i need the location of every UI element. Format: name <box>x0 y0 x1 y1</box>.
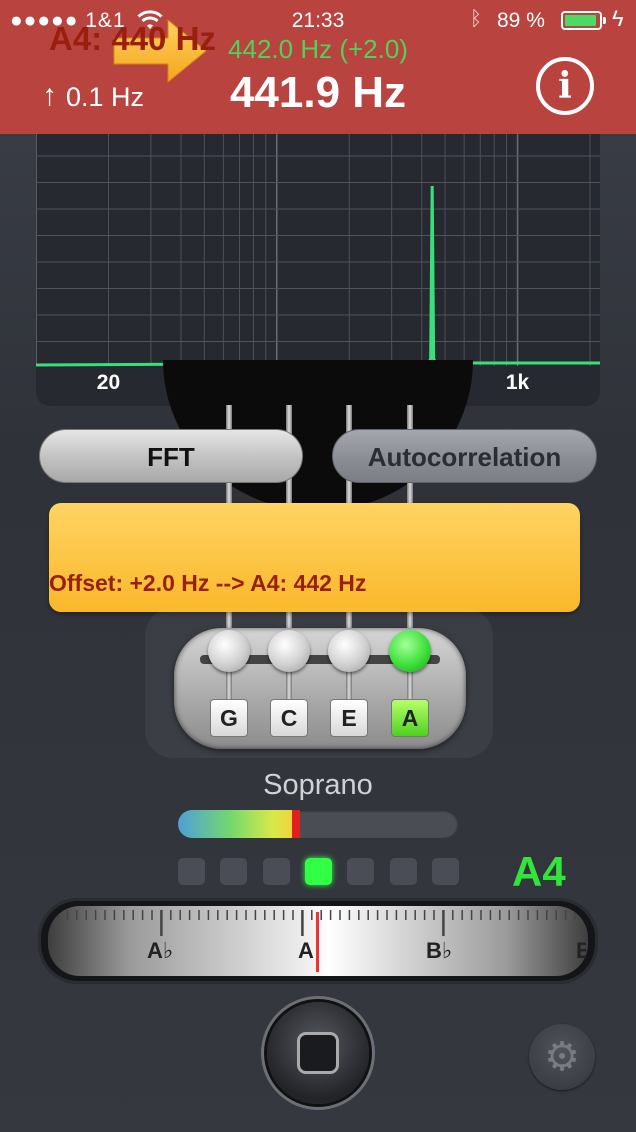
string-key-e[interactable]: E <box>330 699 368 737</box>
peg-c[interactable] <box>268 630 310 672</box>
axis-label-1k: 1k <box>506 371 530 394</box>
record-stop-icon <box>297 1032 339 1074</box>
string-key-c[interactable]: C <box>270 699 308 737</box>
record-button[interactable] <box>267 1002 369 1104</box>
tuning-led <box>304 858 332 885</box>
info-button[interactable]: i <box>536 57 594 115</box>
gear-icon: ⚙ <box>544 1035 580 1079</box>
scale-label-a-flat: A♭ <box>147 938 174 963</box>
level-fill <box>178 810 296 838</box>
tuning-led <box>220 858 248 885</box>
level-peak-marker <box>291 810 300 838</box>
peg-g[interactable] <box>208 630 250 672</box>
tuning-led <box>262 858 290 885</box>
resolution-label[interactable]: 0.1 Hz <box>66 82 144 113</box>
peg-a[interactable] <box>389 630 431 672</box>
tuning-needle <box>316 912 319 972</box>
string-key-g[interactable]: G <box>210 699 248 737</box>
voice-label[interactable]: Soprano <box>0 769 636 802</box>
note-title: A4: 440 Hz <box>49 20 216 57</box>
battery-tip <box>603 17 606 24</box>
scale-label-b: B <box>576 938 586 963</box>
settings-button[interactable]: ⚙ <box>529 1024 595 1090</box>
peg-e[interactable] <box>328 630 370 672</box>
tuning-led <box>347 858 375 885</box>
string-key-a[interactable]: A <box>391 699 429 737</box>
axis-label-20: 20 <box>97 371 120 394</box>
spectrum-line <box>36 185 600 367</box>
fft-mode-button[interactable]: FFT <box>39 429 303 483</box>
tuning-led <box>431 858 459 885</box>
detected-note: A4 <box>512 848 566 895</box>
scale-label-a: A <box>298 938 314 963</box>
tuning-led <box>389 858 417 885</box>
tuning-led <box>178 858 205 885</box>
note-offset: Offset: +2.0 Hz --> A4: 442 Hz <box>49 570 367 596</box>
scale-label-b-flat: B♭ <box>426 938 453 963</box>
charging-bolt-icon: ϟ <box>612 6 624 31</box>
autocorrelation-mode-button[interactable]: Autocorrelation <box>332 429 597 483</box>
up-arrow-icon[interactable]: ↑ <box>42 79 57 113</box>
level-meter <box>178 810 458 838</box>
